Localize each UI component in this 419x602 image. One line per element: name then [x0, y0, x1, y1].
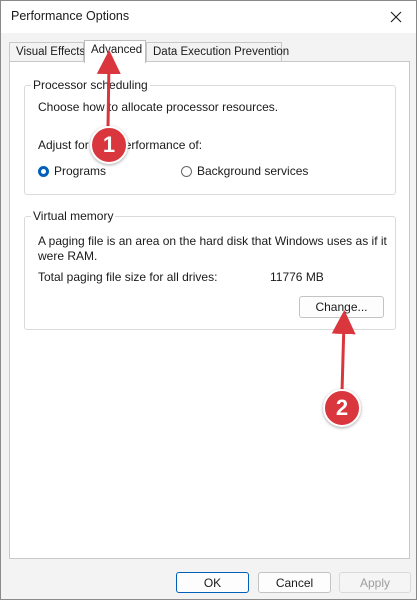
annotation-arrows [96, 50, 356, 393]
callout-badge-1: 1 [90, 126, 128, 164]
arrow-to-change-button [331, 310, 356, 393]
arrow-to-advanced-tab [96, 50, 121, 129]
callout-badge-2: 2 [323, 389, 361, 427]
